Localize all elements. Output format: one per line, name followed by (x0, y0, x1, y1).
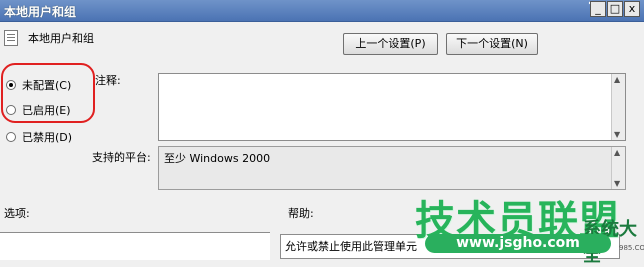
comment-textarea[interactable]: ▲ ▼ (158, 73, 626, 141)
watermark-url: www.jsgho.com (425, 234, 611, 253)
title-bar: 本地用户和组 (0, 0, 644, 22)
supported-platform-label: 支持的平台: (92, 151, 151, 164)
comment-label: 注释: (95, 74, 121, 87)
radio-label: 已禁用(D) (22, 131, 73, 144)
radio-disabled[interactable]: 已禁用(D) (6, 129, 72, 145)
scroll-up-icon[interactable]: ▲ (614, 75, 620, 84)
options-section-label: 选项: (4, 207, 30, 220)
platform-scrollbar[interactable]: ▲ ▼ (611, 147, 625, 189)
red-highlight-annotation (1, 63, 95, 123)
help-text: 允许或禁止使用此管理单元 (285, 240, 417, 253)
site-watermark: 技术员联盟 系统大全 www.jsgho.com 985.COM (405, 188, 644, 266)
window-controls: _ □ x (590, 1, 640, 17)
supported-platform-box: 至少 Windows 2000 ▲ ▼ (158, 146, 626, 190)
options-pane (0, 232, 270, 260)
next-setting-button[interactable]: 下一个设置(N) (446, 33, 538, 55)
previous-setting-button[interactable]: 上一个设置(P) (343, 33, 438, 55)
supported-platform-value: 至少 Windows 2000 (164, 152, 271, 165)
minimize-button[interactable]: _ (590, 1, 606, 17)
watermark-number: 985.COM (619, 244, 644, 252)
close-button[interactable]: x (624, 1, 640, 17)
maximize-button[interactable]: □ (607, 1, 623, 17)
help-section-label: 帮助: (288, 207, 314, 220)
window-title: 本地用户和组 (4, 5, 77, 19)
radio-button-icon (6, 132, 16, 142)
policy-setting-icon (4, 30, 18, 46)
scroll-down-icon[interactable]: ▼ (614, 130, 620, 139)
policy-name: 本地用户和组 (28, 32, 94, 45)
scroll-up-icon[interactable]: ▲ (614, 148, 620, 157)
comment-scrollbar[interactable]: ▲ ▼ (611, 74, 625, 140)
scroll-down-icon[interactable]: ▼ (614, 179, 620, 188)
policy-header: 本地用户和组 (4, 30, 94, 46)
